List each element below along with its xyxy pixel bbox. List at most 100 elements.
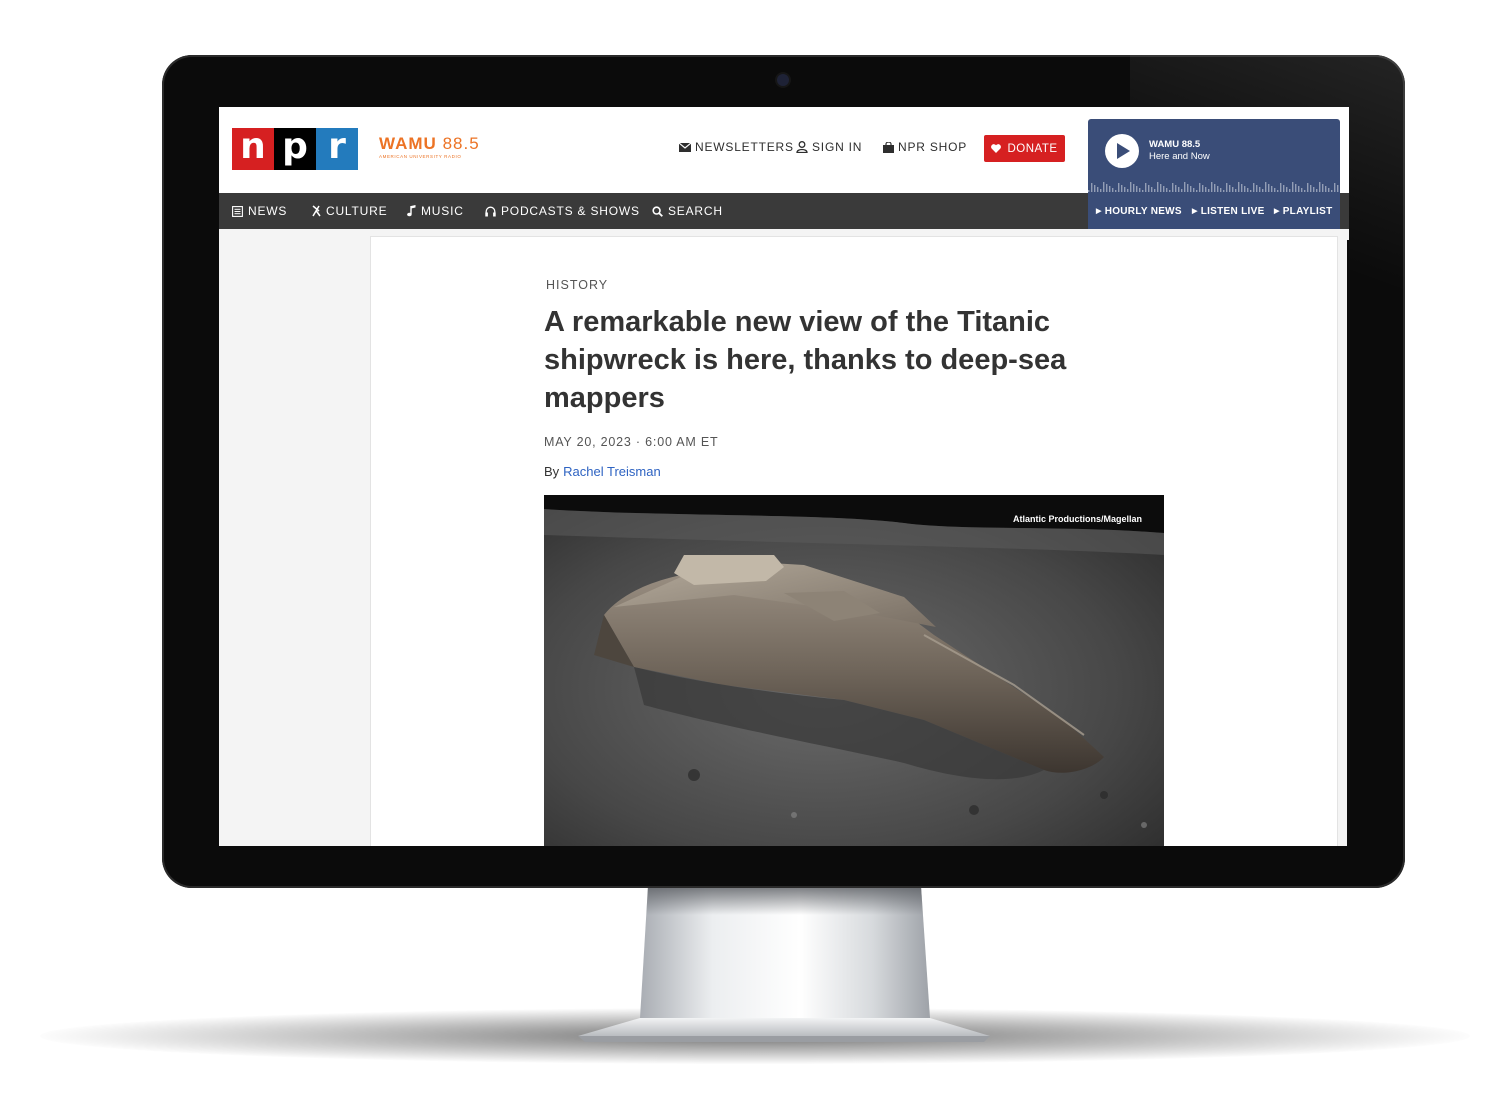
play-button[interactable] xyxy=(1105,134,1139,168)
waveform-bar xyxy=(1262,189,1264,192)
waveform-bar xyxy=(1187,184,1189,192)
sign-in-link[interactable]: SIGN IN xyxy=(796,140,862,154)
audio-waveform xyxy=(1088,182,1339,192)
nav-culture[interactable]: CULTURE xyxy=(311,193,387,229)
npr-shop-link[interactable]: NPR SHOP xyxy=(883,140,967,154)
article-dateline: MAY 20, 2023 · 6:00 AM ET xyxy=(544,435,719,449)
waveform-bar xyxy=(1325,186,1327,192)
waveform-bar xyxy=(1265,182,1267,192)
titanic-wreck-image xyxy=(544,495,1164,846)
nav-music[interactable]: MUSIC xyxy=(407,193,464,229)
waveform-bar xyxy=(1196,190,1198,192)
waveform-bar xyxy=(1157,182,1159,192)
newspaper-icon xyxy=(232,205,243,217)
waveform-bar xyxy=(1172,183,1174,192)
site-header: n p r WAMU 88.5 AMERICAN UNIVERSITY RADI… xyxy=(219,107,1349,229)
logo-letter-r: r xyxy=(316,128,358,170)
station-logo-subtitle: AMERICAN UNIVERSITY RADIO xyxy=(379,154,462,159)
station-logo[interactable]: WAMU 88.5 AMERICAN UNIVERSITY RADIO xyxy=(379,134,480,160)
search-icon xyxy=(652,205,663,217)
waveform-bar xyxy=(1142,190,1144,192)
waveform-bar xyxy=(1334,183,1336,192)
nav-search[interactable]: SEARCH xyxy=(652,193,723,229)
nav-podcasts-shows[interactable]: PODCASTS & SHOWS xyxy=(485,193,640,229)
waveform-bar xyxy=(1214,184,1216,192)
webcam xyxy=(777,74,789,86)
waveform-bar xyxy=(1160,184,1162,192)
waveform-bar xyxy=(1328,188,1330,192)
user-icon xyxy=(796,141,808,153)
waveform-bar xyxy=(1304,190,1306,192)
article-slug[interactable]: HISTORY xyxy=(546,278,608,292)
headphones-icon xyxy=(485,206,496,216)
waveform-bar xyxy=(1310,185,1312,192)
waveform-bar xyxy=(1238,182,1240,192)
waveform-bar xyxy=(1163,186,1165,192)
nav-news[interactable]: NEWS xyxy=(232,193,287,229)
article-byline: By Rachel Treisman xyxy=(544,464,661,479)
play-icon xyxy=(1117,143,1130,159)
npr-logo[interactable]: n p r xyxy=(232,128,358,170)
waveform-bar xyxy=(1223,190,1225,192)
waveform-bar xyxy=(1088,190,1090,192)
author-link[interactable]: Rachel Treisman xyxy=(563,464,661,479)
waveform-bar xyxy=(1133,184,1135,192)
station-logo-frequency: 88.5 xyxy=(442,134,480,153)
lead-photo[interactable]: Atlantic Productions/Magellan xyxy=(544,495,1164,846)
waveform-bar xyxy=(1202,185,1204,192)
donate-button[interactable]: DONATE xyxy=(984,135,1065,162)
photo-credit: Atlantic Productions/Magellan xyxy=(1012,514,1142,524)
heart-icon xyxy=(991,144,1002,153)
waveform-bar xyxy=(1109,186,1111,192)
waveform-bar xyxy=(1229,185,1231,192)
waveform-bar xyxy=(1211,182,1213,192)
waveform-bar xyxy=(1259,187,1261,192)
waveform-bar xyxy=(1151,187,1153,192)
waveform-bar xyxy=(1337,185,1339,192)
waveform-bar xyxy=(1148,185,1150,192)
waveform-bar xyxy=(1316,189,1318,192)
player-program-name: Here and Now xyxy=(1149,151,1210,162)
waveform-bar xyxy=(1298,186,1300,192)
waveform-bar xyxy=(1190,186,1192,192)
waveform-bar xyxy=(1103,182,1105,192)
envelope-icon xyxy=(679,142,691,152)
hourly-news-link[interactable]: ▶ HOURLY NEWS xyxy=(1096,193,1182,229)
waveform-bar xyxy=(1178,187,1180,192)
waveform-bar xyxy=(1136,186,1138,192)
donate-label: DONATE xyxy=(1007,142,1058,155)
waveform-bar xyxy=(1184,182,1186,192)
waveform-bar xyxy=(1307,183,1309,192)
triangle-right-icon: ▶ xyxy=(1192,208,1198,215)
waveform-bar xyxy=(1274,188,1276,192)
browser-screen: n p r WAMU 88.5 AMERICAN UNIVERSITY RADI… xyxy=(219,107,1349,846)
nav-news-label: NEWS xyxy=(248,204,288,218)
nav-podcasts-label: PODCASTS & SHOWS xyxy=(501,204,640,218)
waveform-bar xyxy=(1268,184,1270,192)
listen-live-link[interactable]: ▶ LISTEN LIVE xyxy=(1192,193,1265,229)
station-links-bar: ▶ HOURLY NEWS ▶ LISTEN LIVE ▶ PLAYLIST xyxy=(1088,193,1340,229)
npr-shop-label: NPR SHOP xyxy=(898,140,968,154)
waveform-bar xyxy=(1145,183,1147,192)
waveform-bar xyxy=(1091,183,1093,192)
waveform-bar xyxy=(1112,188,1114,192)
waveform-bar xyxy=(1106,184,1108,192)
logo-letter-n: n xyxy=(232,128,274,170)
waveform-bar xyxy=(1319,182,1321,192)
waveform-bar xyxy=(1226,183,1228,192)
newsletters-link[interactable]: NEWSLETTERS xyxy=(679,140,794,154)
waveform-bar xyxy=(1127,189,1129,192)
waveform-bar xyxy=(1286,187,1288,192)
waveform-bar xyxy=(1283,185,1285,192)
waveform-bar xyxy=(1235,189,1237,192)
nav-edge xyxy=(1340,193,1349,229)
newsletters-label: NEWSLETTERS xyxy=(695,140,794,154)
listen-live-label: LISTEN LIVE xyxy=(1200,205,1265,217)
waveform-bar xyxy=(1331,190,1333,192)
waveform-bar xyxy=(1301,188,1303,192)
waveform-bar xyxy=(1094,185,1096,192)
playlist-link[interactable]: ▶ PLAYLIST xyxy=(1274,193,1333,229)
waveform-bar xyxy=(1208,189,1210,192)
waveform-bar xyxy=(1169,190,1171,192)
waveform-bar xyxy=(1181,189,1183,192)
